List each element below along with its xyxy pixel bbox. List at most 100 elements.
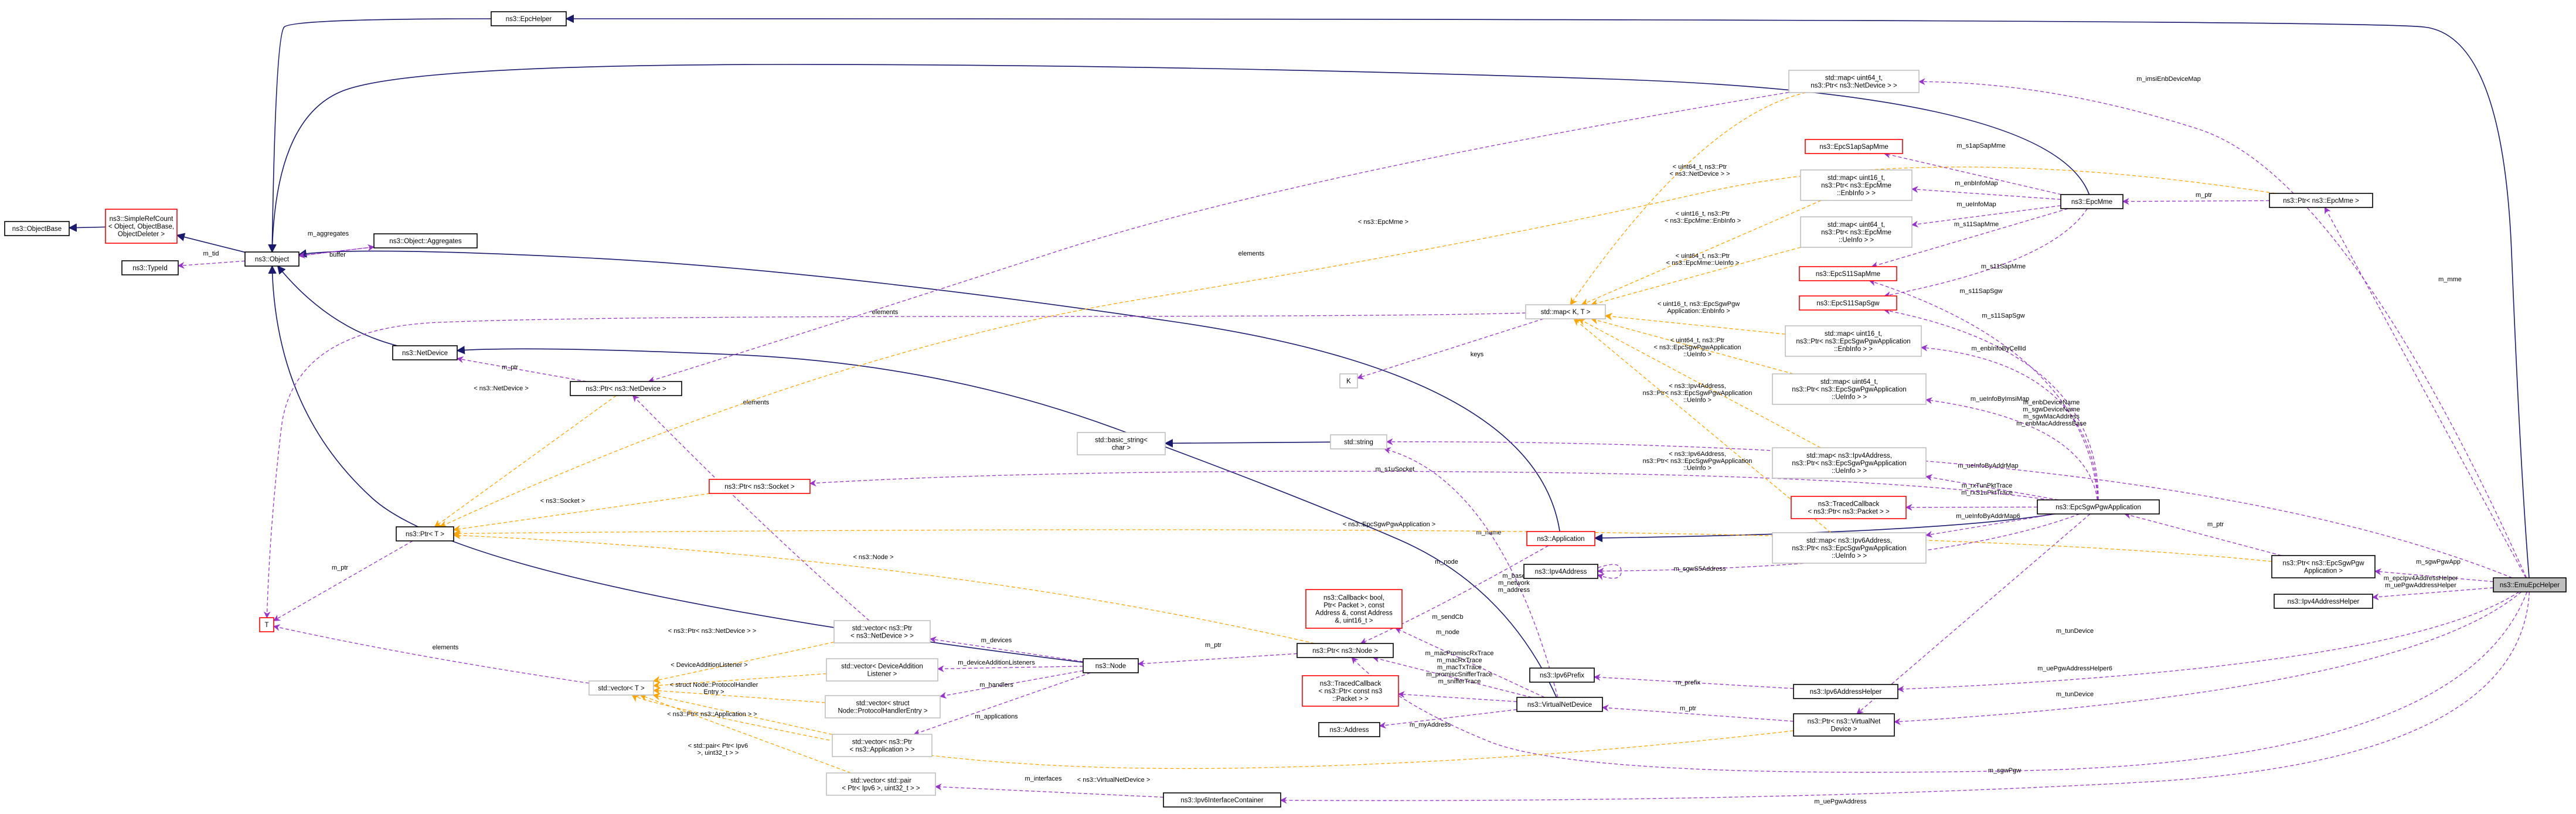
node-label: T bbox=[264, 622, 268, 629]
edge-line bbox=[1905, 503, 2038, 511]
edge-ptr-net-device-to-ptr-t: < ns3::NetDevice > bbox=[434, 385, 617, 527]
node-label: std::vector< ns3::Ptr bbox=[852, 739, 913, 746]
node-label: ns3::EpcMme bbox=[2071, 199, 2112, 206]
node-simple-ref-count[interactable]: ns3::SimpleRefCount< Object, ObjectBase,… bbox=[105, 209, 178, 244]
node-label: ::EnbInfo > > bbox=[1834, 346, 1873, 353]
node-label: ns3::ObjectBase bbox=[12, 226, 62, 233]
node-epc-mme[interactable]: ns3::EpcMme bbox=[2060, 194, 2124, 209]
node-ptr-t[interactable]: ns3::Ptr< T > bbox=[396, 526, 454, 541]
edge-label: buffer bbox=[329, 251, 346, 258]
edge-std-vector-t-to-t: elements bbox=[273, 624, 590, 684]
node-ipv6-address-helper[interactable]: ns3::Ipv6AddressHelper bbox=[1793, 684, 1898, 699]
node-label: ns3::EpcS11SapSgw bbox=[1816, 300, 1880, 307]
edge-label: < ns3::Socket > bbox=[540, 498, 585, 505]
node-epc-sgw-pgw-application[interactable]: ns3::EpcSgwPgwApplication bbox=[2037, 499, 2160, 515]
node-label: ObjectDeleter > bbox=[118, 231, 165, 238]
node-ptr-epc-sgw-pgw-app[interactable]: ns3::Ptr< ns3::EpcSgwPgwApplication > bbox=[2271, 555, 2376, 578]
node-ptr-node[interactable]: ns3::Ptr< ns3::Node > bbox=[1296, 643, 1394, 658]
edge-line bbox=[273, 540, 413, 621]
edge-line bbox=[1164, 439, 1331, 448]
edge-label: < std::pair< Ptr< Ipv6 bbox=[688, 743, 748, 750]
edge-label: < ns3::EpcMme > bbox=[1358, 219, 1408, 226]
node-label: < ns3::NetDevice > > bbox=[850, 633, 914, 640]
edge-net-device-to-object bbox=[277, 265, 398, 346]
node-label: std::map< ns3::Ipv4Address, bbox=[1806, 452, 1892, 459]
edge-ptr-node-to-node: m_ptr bbox=[1137, 642, 1298, 667]
node-ptr-virtual-net-device[interactable]: ns3::Ptr< ns3::VirtualNetDevice > bbox=[1793, 713, 1895, 737]
node-type-id[interactable]: ns3::TypeId bbox=[121, 260, 179, 275]
node-traced-callback-packet[interactable]: ns3::TracedCallback< ns3::Ptr< ns3::Pack… bbox=[1791, 496, 1907, 519]
edge-label: m_sgwS5Address bbox=[1674, 566, 1726, 573]
node-callback-bool[interactable]: ns3::Callback< bool,Ptr< Packet >, const… bbox=[1305, 589, 1403, 629]
node-object-aggregates[interactable]: ns3::Object::Aggregates bbox=[373, 233, 478, 248]
edge-vector-ptr-net-device-to-ptr-net-device: elements bbox=[632, 395, 870, 621]
edge-label: m_macTxTrace bbox=[1437, 664, 1482, 671]
node-vector-protocol-handler[interactable]: std::vector< structNode::ProtocolHandler… bbox=[825, 695, 941, 718]
node-vector-pair[interactable]: std::vector< std::pair< Ptr< Ipv6 >, uin… bbox=[826, 772, 936, 796]
node-label: ns3::SimpleRefCount bbox=[110, 216, 173, 223]
edge-label: < ns3::Ptr< ns3::NetDevice > > bbox=[668, 628, 756, 635]
node-label: std::map< uint16_t, bbox=[1828, 175, 1885, 182]
edge-map-net-device-to-std-map-kt: < uint64_t, ns3::Ptr< ns3::NetDevice > > bbox=[1570, 92, 1806, 306]
node-ptr-socket[interactable]: ns3::Ptr< ns3::Socket > bbox=[709, 479, 811, 494]
node-std-map-kt[interactable]: std::map< K, T > bbox=[1525, 304, 1606, 319]
edge-label: m_ptr bbox=[1205, 642, 1221, 649]
node-epc-helper[interactable]: ns3::EpcHelper bbox=[491, 11, 567, 26]
node-map-ipv6-ue[interactable]: std::map< ns3::Ipv6Address,ns3::Ptr< ns3… bbox=[1772, 532, 1927, 564]
node-application[interactable]: ns3::Application bbox=[1526, 531, 1595, 546]
edge-string-to-basic-string bbox=[1164, 439, 1331, 448]
edge-line bbox=[268, 18, 492, 253]
node-label: ns3::Callback< bool, bbox=[1323, 595, 1384, 602]
edge-label: m_applications bbox=[975, 713, 1018, 720]
node-ptr-epc-mme[interactable]: ns3::Ptr< ns3::EpcMme > bbox=[2269, 193, 2373, 208]
edge-label: m_ueInfoMap bbox=[1956, 201, 1996, 208]
node-epc-s11-sap-sgw[interactable]: ns3::EpcS11SapSgw bbox=[1799, 295, 1897, 311]
node-map-net-device[interactable]: std::map< uint64_t,ns3::Ptr< ns3::NetDev… bbox=[1788, 70, 1920, 93]
edge-label: m_ueInfoByAddrMap bbox=[1958, 462, 2018, 469]
node-label: ns3::Ptr< ns3::EpcSgwPgwApplication bbox=[1792, 386, 1906, 393]
node-map-ipv4-ue[interactable]: std::map< ns3::Ipv4Address,ns3::Ptr< ns3… bbox=[1772, 447, 1927, 479]
node-emu-epc-helper[interactable]: ns3::EmuEpcHelper bbox=[2493, 577, 2567, 592]
node-std-vector-t[interactable]: std::vector< T > bbox=[588, 680, 654, 696]
node-ipv6-interface-container[interactable]: ns3::Ipv6InterfaceContainer bbox=[1163, 792, 1281, 808]
edge-node-to-vector-protocol-handler: m_handlers bbox=[939, 670, 1084, 699]
edge-label: m_enbInfoMap bbox=[1955, 180, 1997, 187]
node-label: std::vector< std::pair bbox=[850, 778, 911, 785]
node-map-ue-info[interactable]: std::map< uint64_t,ns3::Ptr< ns3::EpcMme… bbox=[1800, 216, 1913, 248]
node-map-enb-info[interactable]: std::map< uint16_t,ns3::Ptr< ns3::EpcMme… bbox=[1800, 169, 1913, 201]
node-label: < ns3::Ptr< const ns3 bbox=[1319, 688, 1383, 695]
node-node[interactable]: ns3::Node bbox=[1083, 658, 1139, 673]
node-ipv4-address[interactable]: ns3::Ipv4Address bbox=[1523, 564, 1598, 579]
node-virtual-net-device[interactable]: ns3::VirtualNetDevice bbox=[1516, 697, 1603, 712]
node-net-device[interactable]: ns3::NetDevice bbox=[392, 345, 458, 360]
edge-ptr-epc-sgw-pgw-app-to-epc-sgw-pgw-application: m_ptr bbox=[2124, 512, 2282, 556]
node-vector-listener[interactable]: std::vector< DeviceAdditionListener > bbox=[826, 658, 938, 682]
edge-vector-ptr-net-device-to-std-vector-t: < ns3::Ptr< ns3::NetDevice > > bbox=[652, 628, 835, 684]
edge-label: m_name bbox=[1476, 529, 1502, 536]
edge-label: m_mme bbox=[2438, 276, 2462, 283]
node-ipv4-address-helper[interactable]: ns3::Ipv4AddressHelper bbox=[2274, 594, 2373, 609]
node-object-base[interactable]: ns3::ObjectBase bbox=[4, 221, 70, 236]
node-traced-callback-const-packet[interactable]: ns3::TracedCallback< ns3::Ptr< const ns3… bbox=[1302, 675, 1399, 707]
node-epc-s1ap-sap-mme[interactable]: ns3::EpcS1apSapMme bbox=[1805, 139, 1903, 154]
node-vector-ptr-net-device[interactable]: std::vector< ns3::Ptr< ns3::NetDevice > … bbox=[833, 620, 931, 643]
node-map-sgw-ue[interactable]: std::map< uint64_t,ns3::Ptr< ns3::EpcSgw… bbox=[1772, 373, 1927, 405]
edge-label: m_deviceAdditionListeners bbox=[958, 659, 1035, 666]
edge-label: m_macPromiscRxTrace bbox=[1425, 650, 1494, 657]
node-ptr-net-device[interactable]: ns3::Ptr< ns3::NetDevice > bbox=[570, 381, 682, 396]
edges-layer: m_tidm_aggregatesbufferm_ptrm_ptrelement… bbox=[68, 14, 2530, 805]
edge-label: < ns3::EpcSgwPgwApplication > bbox=[1343, 521, 1435, 528]
edge-label: m_enbInfoByCellId bbox=[1972, 345, 2026, 352]
node-t[interactable]: T bbox=[259, 617, 274, 632]
node-epc-s11-sap-mme[interactable]: ns3::EpcS11SapMme bbox=[1799, 266, 1897, 281]
node-string[interactable]: std::string bbox=[1330, 434, 1387, 449]
node-map-sgw-enb[interactable]: std::map< uint16_t,ns3::Ptr< ns3::EpcSgw… bbox=[1785, 325, 1922, 357]
edge-label: Application::EnbInfo > bbox=[1667, 308, 1730, 315]
node-vector-ptr-application[interactable]: std::vector< ns3::Ptr< ns3::Application … bbox=[832, 734, 933, 757]
edge-label: < ns3::EpcSgwPgwApplication bbox=[1654, 344, 1741, 351]
node-object[interactable]: ns3::Object bbox=[244, 251, 300, 267]
node-basic-string[interactable]: std::basic_string<char > bbox=[1077, 432, 1166, 455]
node-k[interactable]: K bbox=[1339, 373, 1358, 389]
node-address[interactable]: ns3::Address bbox=[1318, 722, 1380, 737]
node-ipv6-prefix[interactable]: ns3::Ipv6Prefix bbox=[1529, 667, 1595, 683]
